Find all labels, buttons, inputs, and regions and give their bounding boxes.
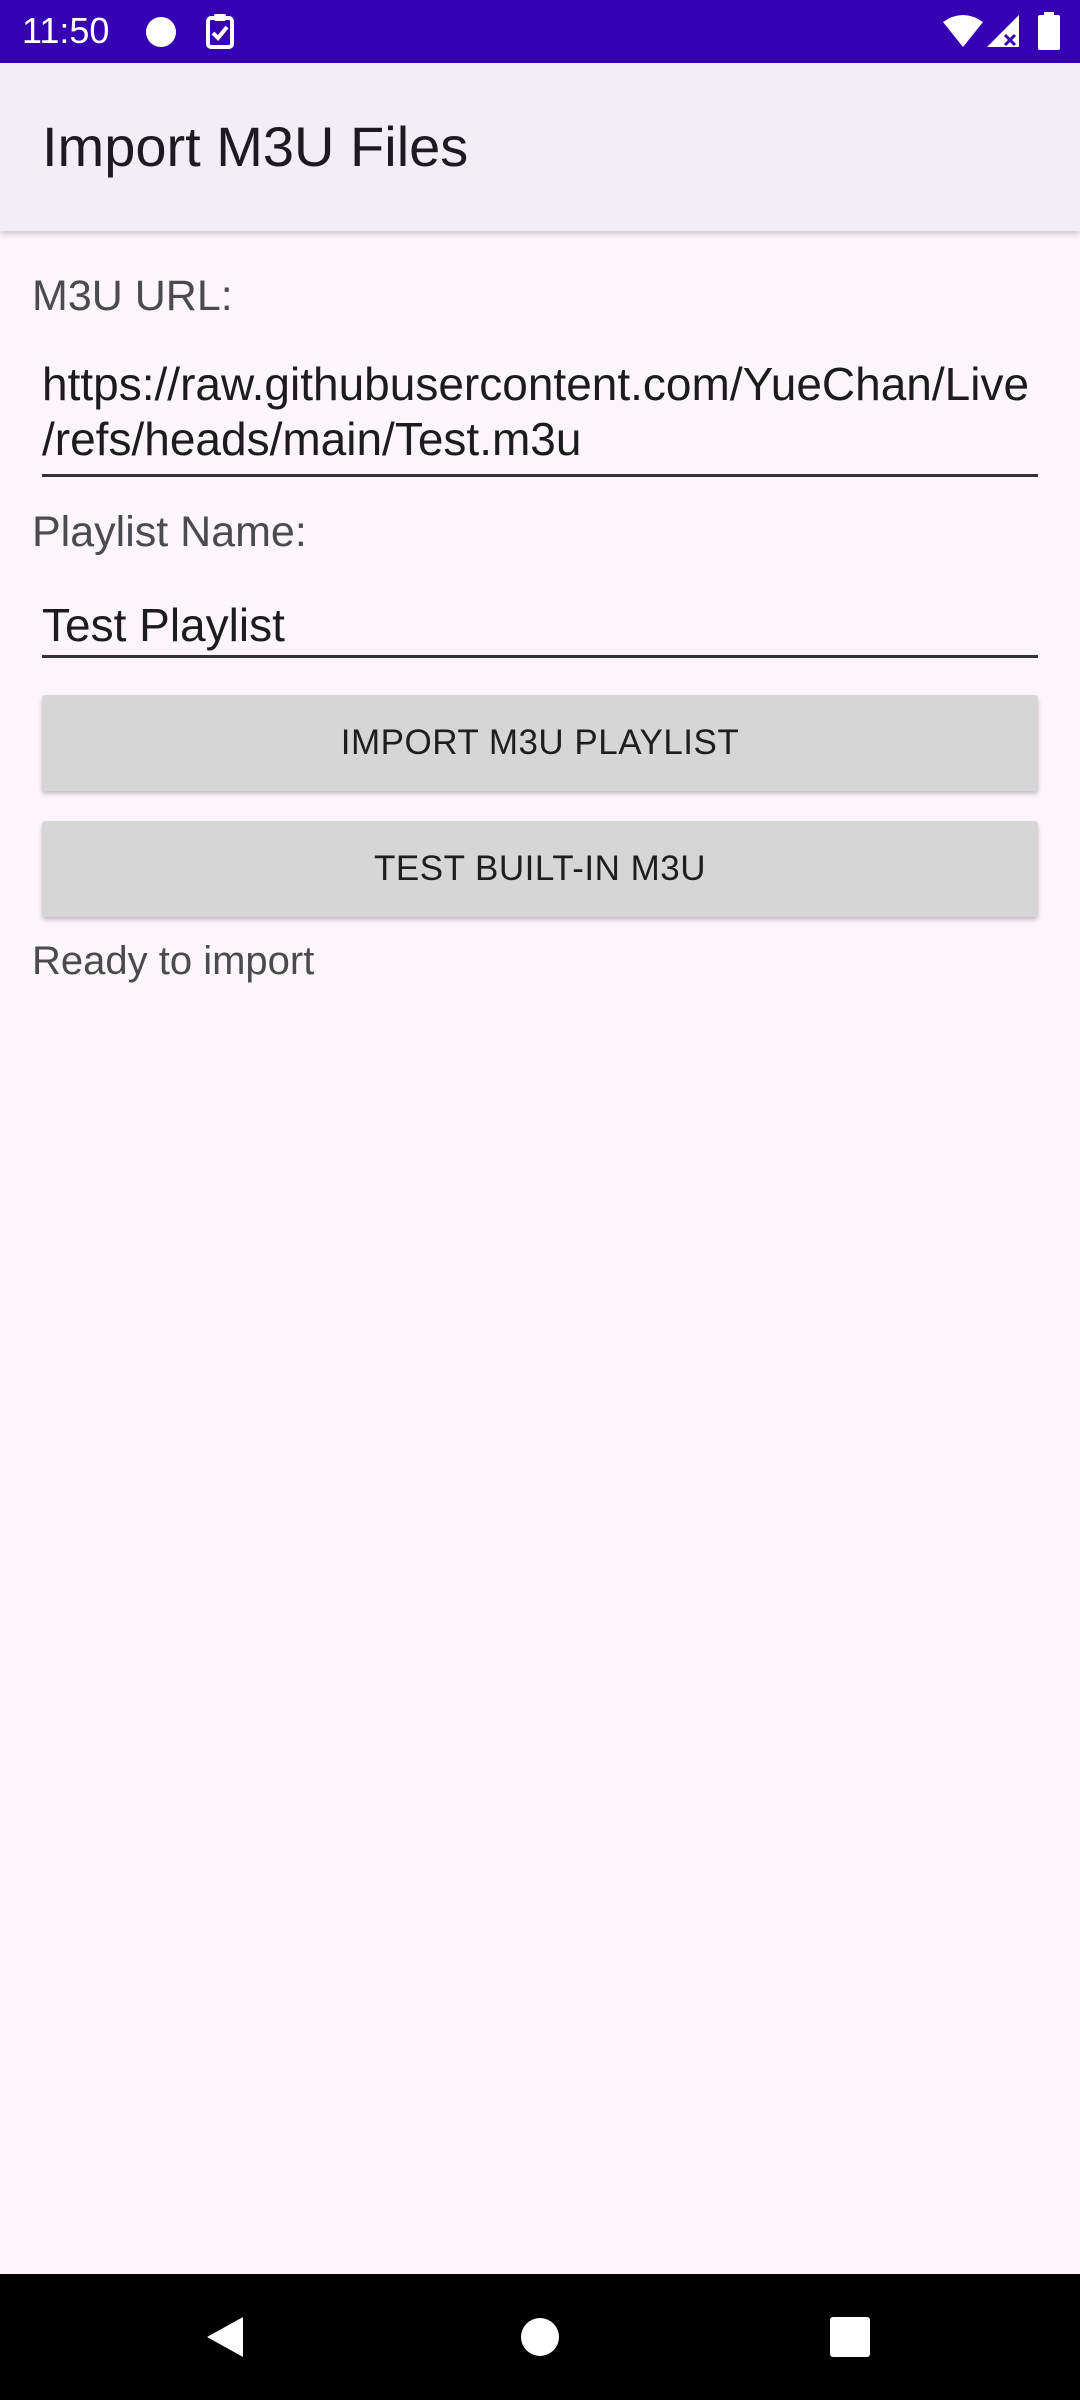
m3u-url-label: M3U URL: bbox=[32, 272, 233, 320]
app-bar: Import M3U Files bbox=[0, 63, 1080, 231]
recents-button[interactable] bbox=[760, 2274, 940, 2400]
screen: 11:50 Import M3U Files M3U URL: https://… bbox=[0, 0, 1080, 2400]
navigation-bar bbox=[0, 2274, 1080, 2400]
recents-icon bbox=[830, 2317, 870, 2357]
page-title: Import M3U Files bbox=[42, 115, 469, 178]
playlist-name-label: Playlist Name: bbox=[32, 508, 307, 556]
battery-icon bbox=[1038, 12, 1060, 50]
playlist-name-input[interactable] bbox=[42, 594, 1038, 658]
home-button[interactable] bbox=[450, 2274, 630, 2400]
import-m3u-playlist-button[interactable]: IMPORT M3U PLAYLIST bbox=[42, 695, 1038, 791]
clipboard-check-icon bbox=[206, 14, 234, 49]
home-icon bbox=[521, 2318, 559, 2356]
import-status-text: Ready to import bbox=[32, 939, 315, 983]
m3u-url-input[interactable]: https://raw.githubusercontent.com/YueCha… bbox=[42, 357, 1038, 477]
wifi-icon bbox=[943, 15, 983, 47]
test-built-in-m3u-button[interactable]: TEST BUILT-IN M3U bbox=[42, 821, 1038, 917]
circle-notification-icon bbox=[146, 17, 176, 47]
status-time: 11:50 bbox=[22, 10, 110, 51]
back-icon bbox=[207, 2317, 243, 2357]
back-button[interactable] bbox=[135, 2274, 315, 2400]
signal-icon bbox=[987, 15, 1019, 47]
status-bar: 11:50 bbox=[0, 0, 1080, 63]
